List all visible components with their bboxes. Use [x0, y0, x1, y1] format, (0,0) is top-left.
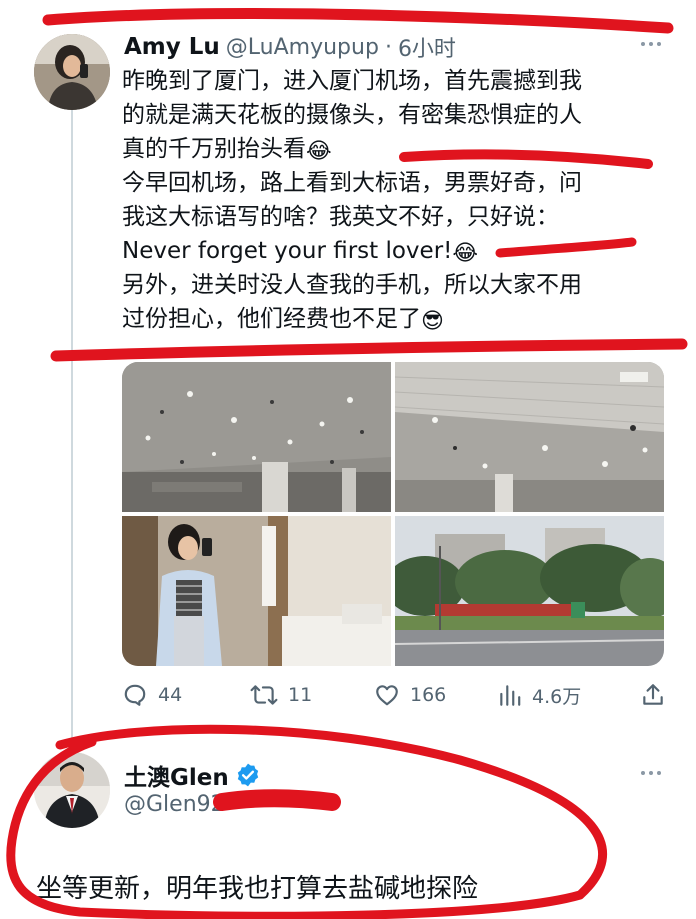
tweet-line: 真的千万别抬头看😂	[122, 136, 332, 164]
marker-redaction	[213, 789, 341, 811]
more-icon[interactable]	[636, 34, 666, 54]
retweet-button[interactable]: 11	[250, 678, 312, 712]
tweet-line: 昨晚到了厦门，进入厦门机场，首先震撼到我	[122, 68, 582, 94]
sunglasses-emoji-icon: 😎	[421, 309, 444, 334]
verified-badge-icon	[237, 763, 258, 787]
tweet-line: 的就是满天花板的摄像头，有密集恐惧症的人	[122, 102, 582, 128]
thread-connector-line	[71, 108, 73, 748]
tweet-line: 我这大标语写的啥？我英文不好，只好说：	[122, 204, 559, 230]
tweet-text: 昨晚到了厦门，进入厦门机场，首先震撼到我 的就是满天花板的摄像头，有密集恐惧症的…	[122, 64, 662, 336]
tweet-header: 土澳Glen	[124, 758, 261, 792]
laughing-emoji-icon: 😂	[306, 139, 332, 164]
author-handle[interactable]: @Glen92	[124, 792, 225, 817]
reply-icon	[124, 684, 146, 706]
share-icon	[643, 684, 663, 705]
screenshot: Amy Lu @LuAmyupup · 6小时 昨晚到了厦门，进入厦门机场，首先…	[0, 0, 696, 919]
more-icon[interactable]	[636, 763, 666, 783]
heart-icon	[376, 685, 398, 706]
author-name[interactable]: 土澳Glen	[124, 758, 229, 792]
media-grid	[122, 362, 664, 666]
like-button[interactable]: 166	[374, 678, 446, 712]
tweet-line: 另外，进关时没人查我的手机，所以大家不用	[122, 272, 582, 298]
media-photo-airport-ceiling-2[interactable]	[395, 362, 664, 512]
tweet-line: 今早回机场，路上看到大标语，男票好奇，问	[122, 170, 582, 196]
tweet-header: Amy Lu @LuAmyupup · 6小时	[124, 30, 456, 64]
share-button[interactable]	[640, 678, 666, 712]
tweet-line: Never forget your first lover!😂	[122, 238, 479, 266]
views-count: 4.6万	[532, 685, 582, 708]
avatar[interactable]	[34, 34, 110, 110]
marker-line-top	[42, 8, 674, 34]
views-icon	[500, 685, 521, 706]
author-name[interactable]: Amy Lu	[124, 34, 220, 60]
tweet-timestamp[interactable]: 6小时	[398, 31, 456, 63]
reply-tweet-text: 坐等更新，明年我也打算去盐碱地探险	[36, 874, 479, 904]
reply-button[interactable]: 44	[122, 678, 182, 712]
avatar[interactable]	[34, 752, 110, 828]
tweet-action-bar: 44 11 166 4.6万	[122, 678, 666, 712]
reply-count: 44	[158, 684, 183, 706]
media-photo-selfie[interactable]	[122, 516, 391, 666]
retweet-icon	[250, 685, 278, 705]
laughing-emoji-icon: 😂	[452, 241, 479, 266]
views-button[interactable]: 4.6万	[498, 678, 581, 712]
tweet-line: 过份担心，他们经费也不足了😎	[122, 306, 444, 334]
media-photo-airport-ceiling-1[interactable]	[122, 362, 391, 512]
marker-line-divider	[50, 338, 688, 362]
separator-dot: ·	[384, 34, 392, 60]
author-handle[interactable]: @LuAmyupup	[226, 35, 379, 60]
retweet-count: 11	[288, 684, 313, 706]
media-photo-roadside[interactable]	[395, 516, 664, 666]
like-count: 166	[410, 684, 447, 706]
